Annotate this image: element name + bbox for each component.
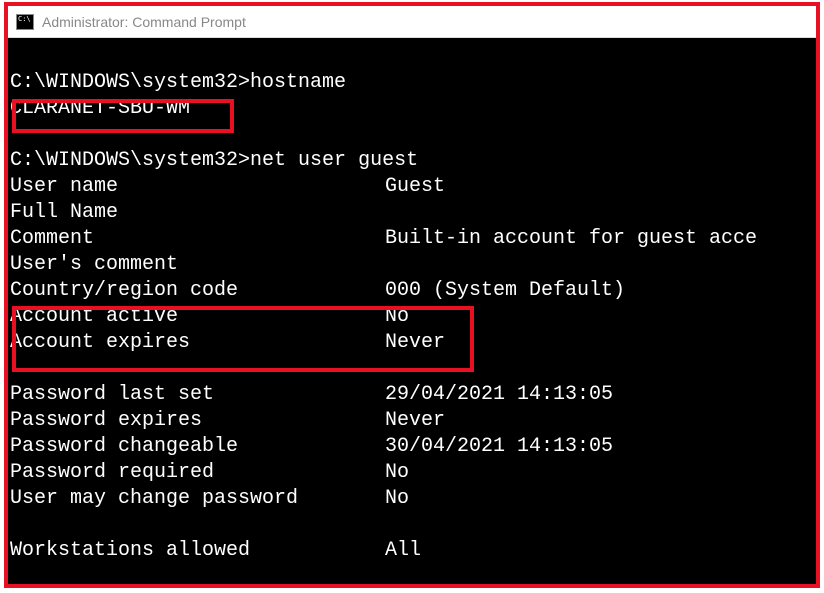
row-full-name: Full Name	[8, 200, 816, 226]
hostname-output: CLARANET-SBU-WM	[8, 96, 816, 122]
row-pwd-changeable: Password changeable30/04/2021 14:13:05	[8, 434, 816, 460]
row-pwd-required: Password requiredNo	[8, 460, 816, 486]
prompt-line-2: C:\WINDOWS\system32>net user guest	[8, 148, 816, 174]
cmd-icon	[16, 14, 34, 30]
row-users-comment: User's comment	[8, 252, 816, 278]
row-user-name: User nameGuest	[8, 174, 816, 200]
row-comment: CommentBuilt-in account for guest acce	[8, 226, 816, 252]
row-user-may-change: User may change passwordNo	[8, 486, 816, 512]
prompt-line-1: C:\WINDOWS\system32>hostname	[8, 70, 816, 96]
row-account-active: Account activeNo	[8, 304, 816, 330]
empty-line	[8, 122, 816, 148]
row-country-region: Country/region code000 (System Default)	[8, 278, 816, 304]
titlebar[interactable]: Administrator: Command Prompt	[8, 6, 816, 38]
empty-line	[8, 512, 816, 538]
empty-line	[8, 44, 816, 70]
window-title: Administrator: Command Prompt	[42, 14, 246, 30]
window-frame: Administrator: Command Prompt C:\WINDOWS…	[4, 2, 820, 588]
row-pwd-expires: Password expiresNever	[8, 408, 816, 434]
row-pwd-last-set: Password last set29/04/2021 14:13:05	[8, 382, 816, 408]
empty-line	[8, 356, 816, 382]
terminal-output[interactable]: C:\WINDOWS\system32>hostname CLARANET-SB…	[8, 38, 816, 584]
row-workstations: Workstations allowedAll	[8, 538, 816, 564]
row-account-expires: Account expiresNever	[8, 330, 816, 356]
